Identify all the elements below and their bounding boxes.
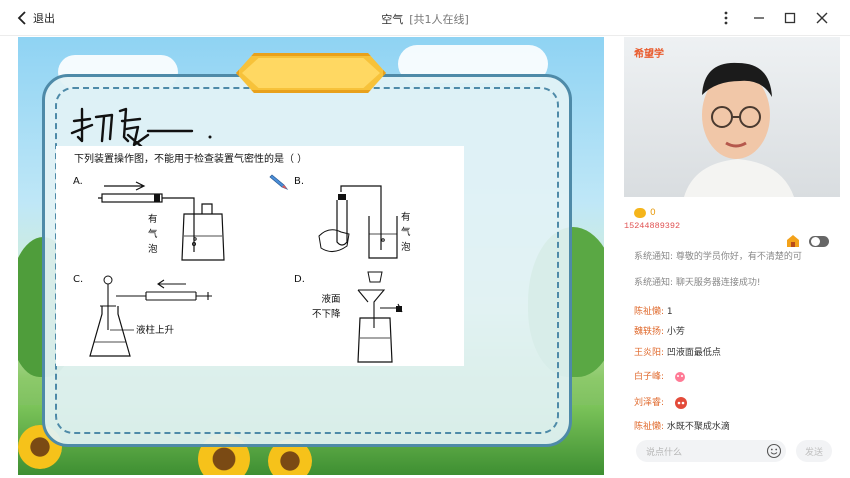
close-button[interactable] <box>812 8 832 28</box>
message-text: 小芳 <box>664 327 685 337</box>
message-sender: 陈祉懒: <box>634 307 665 317</box>
chat-message: 魏轶扬: 小芳 <box>634 324 685 337</box>
apparatus-c-diagram <box>89 275 212 357</box>
option-c-label: C. <box>73 274 84 285</box>
teacher-avatar <box>684 62 794 197</box>
chat-message: 王炎阳: 凹液面最低点 <box>634 345 721 358</box>
label-line: 泡 <box>401 242 411 253</box>
pencil-icon[interactable] <box>269 172 289 190</box>
maximize-icon <box>784 12 796 24</box>
message-sender: 白子峰: <box>634 372 665 382</box>
exit-button[interactable]: 退出 <box>16 9 55 27</box>
coin-icon <box>634 208 646 218</box>
chat-panel: 0 15244889392 系统通知: 尊敬的学员你好，有不清楚的可 系统通知:… <box>624 198 840 475</box>
bubble-label-a: 有 气 泡 <box>148 212 158 257</box>
coin-counter: 0 <box>634 208 656 218</box>
brand-logo: 希望学 <box>634 49 664 60</box>
question-text: 下列装置操作图，不能用于检查装置气密性的是（ ） <box>74 154 308 165</box>
message-sender: 系统通知: <box>634 252 674 262</box>
lesson-title: 空气 <box>381 13 404 26</box>
title-hexagon-inner <box>242 58 380 88</box>
chat-message: 陈祉懒: 1 <box>634 304 673 317</box>
message-sender: 系统通知: <box>634 278 674 288</box>
message-sender: 魏轶扬: <box>634 327 665 337</box>
courseware-slide: 拓展 下列装置操作图，不能用于检查装置气密性的是（ ） A. B. C. D. <box>18 37 604 475</box>
label-line: 泡 <box>148 244 158 255</box>
option-b-label: B. <box>294 176 305 187</box>
app-window: 退出 空气 [共1人在线] 下列装置操作图，不能用于检查装置气密性的是（ ） A… <box>0 0 850 478</box>
label-line: 气 <box>401 227 411 238</box>
label-line: 有 <box>148 214 158 225</box>
label-line: 液面 <box>321 294 341 305</box>
more-vertical-icon <box>724 11 728 25</box>
teacher-video: 希望学 <box>624 37 840 197</box>
apparatus-d-diagram <box>357 271 403 363</box>
message-sender: 陈祉懒: <box>634 422 665 432</box>
message-text: 水既不聚成水滴 <box>664 422 730 432</box>
message-text: 聊天服务器连接成功! <box>673 278 761 288</box>
apparatus-b-diagram <box>318 185 398 259</box>
minimize-button[interactable] <box>749 8 769 28</box>
chat-input[interactable]: 说点什么 <box>636 440 786 462</box>
send-button[interactable]: 发送 <box>796 440 832 462</box>
chat-message: 刘泽睿: <box>634 395 689 410</box>
minimize-icon <box>754 17 764 19</box>
chat-message: 陈祉懒: 水既不聚成水滴 <box>634 419 730 432</box>
label-line: 有 <box>401 212 411 223</box>
exit-label: 退出 <box>33 12 55 25</box>
sticker-icon <box>674 396 687 409</box>
option-d-label: D. <box>294 274 305 285</box>
message-text: 凹液面最低点 <box>664 348 721 358</box>
toggle-knob <box>811 237 820 246</box>
chat-message: 白子峰: <box>634 369 687 384</box>
title-bar: 退出 空气 [共1人在线] <box>0 0 850 36</box>
label-line: 不下降 <box>312 309 341 320</box>
chevron-left-icon <box>17 11 26 25</box>
option-a-label: A. <box>73 176 83 187</box>
message-text: 1 <box>664 307 673 317</box>
emoji-icon[interactable] <box>766 443 782 459</box>
message-sender: 刘泽睿: <box>634 398 665 408</box>
label-line: 气 <box>148 229 158 240</box>
maximize-button[interactable] <box>780 8 800 28</box>
liquid-rise-label: 液柱上升 <box>136 325 175 336</box>
close-icon <box>816 12 828 24</box>
more-button[interactable] <box>716 8 736 28</box>
question-image: 下列装置操作图，不能用于检查装置气密性的是（ ） A. B. C. D. 有 气 <box>56 146 464 366</box>
message-text: 尊敬的学员你好，有不清楚的可 <box>673 252 802 262</box>
chat-message: 系统通知: 聊天服务器连接成功! <box>634 275 761 288</box>
liquid-level-label: 液面 不下降 <box>312 292 341 322</box>
watermark-phone: 15244889392 <box>624 221 681 231</box>
chat-message: 系统通知: 尊敬的学员你好，有不清楚的可 <box>634 249 802 262</box>
coin-count: 0 <box>650 208 656 218</box>
online-count: [共1人在线] <box>409 13 469 26</box>
gift-icon[interactable] <box>786 234 800 248</box>
apparatus-a-diagram <box>98 181 225 261</box>
bubble-label-b: 有 气 泡 <box>401 210 411 255</box>
chat-filter-toggle[interactable] <box>809 236 829 247</box>
message-sender: 王炎阳: <box>634 348 665 358</box>
sticker-icon <box>674 371 685 382</box>
